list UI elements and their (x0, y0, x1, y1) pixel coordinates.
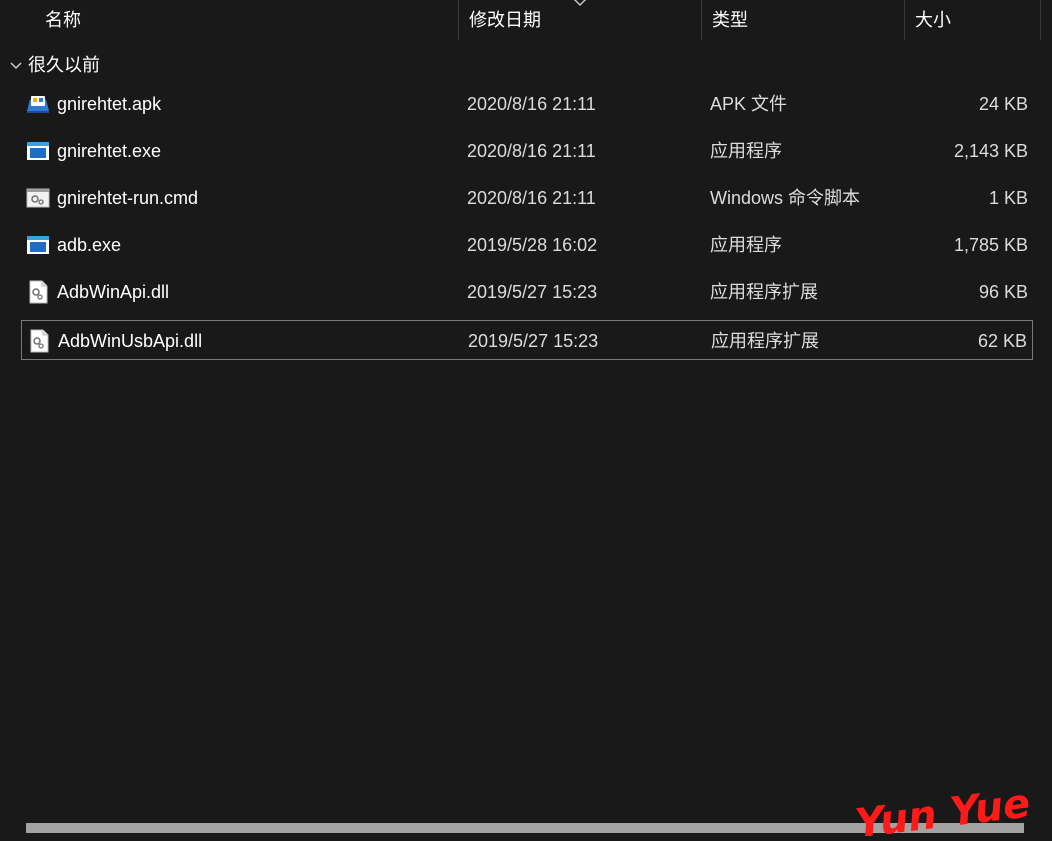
file-name: gnirehtet.exe (57, 141, 162, 161)
file-name: adb.exe (57, 235, 122, 255)
file-row[interactable]: AdbWinApi.dll 2019/5/27 15:23 应用程序扩展 96 KB (21, 272, 1033, 312)
file-date: 2020/8/16 21:11 (467, 188, 596, 208)
file-type: 应用程序扩展 (711, 331, 819, 351)
file-row[interactable]: gnirehtet.exe 2020/8/16 21:11 应用程序 2,143 KB (21, 131, 1033, 171)
file-date: 2020/8/16 21:11 (467, 94, 596, 114)
file-name: gnirehtet.apk (57, 94, 162, 114)
file-size: 62 KB (977, 331, 1027, 351)
file-name: AdbWinApi.dll (57, 282, 170, 302)
file-name: gnirehtet-run.cmd (57, 188, 199, 208)
file-name: AdbWinUsbApi.dll (58, 331, 203, 351)
dll-file-icon (26, 321, 52, 361)
file-date: 2019/5/27 15:23 (468, 331, 599, 351)
file-size: 1,785 KB (953, 235, 1028, 255)
file-row[interactable]: AdbWinUsbApi.dll 2019/5/27 15:23 应用程序扩展 62 … (21, 320, 1033, 360)
apk-file-icon (25, 84, 51, 124)
dll-file-icon (25, 272, 51, 312)
column-header: 名称 修改日期 类型 大小 (0, 0, 1052, 41)
column-name-header[interactable]: 名称 (35, 0, 458, 40)
column-size-header[interactable]: 大小 (905, 0, 1040, 40)
file-size: 1 KB (988, 188, 1028, 208)
file-row[interactable]: adb.exe 2019/5/28 16:02 应用程序 1,785 KB (21, 225, 1033, 265)
group-header[interactable]: 很久以前 (8, 52, 100, 78)
column-divider[interactable] (1040, 0, 1041, 40)
column-type-header[interactable]: 类型 (702, 0, 904, 40)
chevron-down-icon (574, 0, 586, 6)
exe-file-icon (25, 225, 51, 265)
svg-text:Yun Yue: Yun Yue (853, 780, 1033, 836)
watermark: Yun Yue (853, 780, 1033, 836)
file-row[interactable]: gnirehtet.apk 2020/8/16 21:11 APK 文件 24 KB (21, 84, 1033, 124)
exe-file-icon (25, 131, 51, 171)
file-date: 2019/5/27 15:23 (467, 282, 598, 302)
file-type: APK 文件 (710, 94, 788, 114)
file-size: 96 KB (978, 282, 1028, 302)
file-date: 2020/8/16 21:11 (467, 141, 596, 161)
file-date: 2019/5/28 16:02 (467, 235, 598, 255)
file-type: Windows 命令脚本 (710, 188, 861, 208)
file-size: 24 KB (978, 94, 1028, 114)
file-row[interactable]: gnirehtet-run.cmd 2020/8/16 21:11 Windows … (21, 178, 1033, 218)
file-type: 应用程序扩展 (710, 282, 818, 302)
group-label: 很久以前 (28, 55, 100, 75)
cmd-file-icon (25, 178, 51, 218)
file-type: 应用程序 (710, 235, 782, 255)
file-type: 应用程序 (710, 141, 782, 161)
file-size: 2,143 KB (953, 141, 1028, 161)
chevron-down-icon (8, 53, 28, 79)
